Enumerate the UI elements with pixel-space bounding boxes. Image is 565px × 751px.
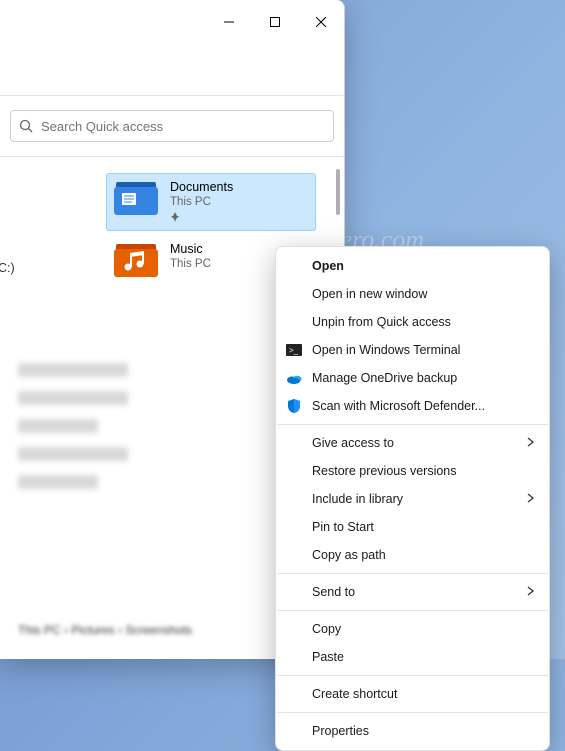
blank-icon xyxy=(286,584,302,600)
menu-item-label: Give access to xyxy=(312,436,517,450)
search-box[interactable] xyxy=(10,110,334,142)
blank-icon xyxy=(286,286,302,302)
menu-item-unpin-quick-access[interactable]: Unpin from Quick access xyxy=(276,308,549,336)
menu-item-label: Paste xyxy=(312,650,535,664)
search-input[interactable] xyxy=(41,119,325,134)
folder-name: Documents xyxy=(170,179,233,195)
blank-icon xyxy=(286,258,302,274)
menu-item-send-to[interactable]: Send to xyxy=(276,578,549,606)
onedrive-icon xyxy=(286,370,302,386)
blank-icon xyxy=(286,314,302,330)
menu-item-label: Copy xyxy=(312,622,535,636)
menu-item-label: Open xyxy=(312,259,535,273)
menu-separator xyxy=(277,573,548,574)
menu-item-give-access[interactable]: Give access to xyxy=(276,429,549,457)
menu-item-properties[interactable]: Properties xyxy=(276,717,549,745)
folder-text: Documents This PC xyxy=(170,179,233,225)
search-icon xyxy=(19,119,33,133)
blurred-item xyxy=(18,391,128,405)
menu-item-label: Create shortcut xyxy=(312,687,535,701)
blank-icon xyxy=(286,621,302,637)
context-menu: Open Open in new window Unpin from Quick a… xyxy=(275,246,550,751)
menu-item-label: Include in library xyxy=(312,492,517,506)
blank-icon xyxy=(286,519,302,535)
folder-location: This PC xyxy=(170,257,211,272)
menu-item-label: Unpin from Quick access xyxy=(312,315,535,329)
folder-text: Music This PC xyxy=(170,241,211,272)
blurred-item xyxy=(18,447,128,461)
folder-location: This PC xyxy=(170,195,233,210)
menu-item-label: Pin to Start xyxy=(312,520,535,534)
chevron-right-icon xyxy=(527,436,535,450)
minimize-button[interactable] xyxy=(206,6,252,38)
blurred-item xyxy=(18,475,98,489)
menu-item-copy[interactable]: Copy xyxy=(276,615,549,643)
menu-item-pin-start[interactable]: Pin to Start xyxy=(276,513,549,541)
menu-item-paste[interactable]: Paste xyxy=(276,643,549,671)
pin-icon xyxy=(170,212,233,225)
folder-item-documents[interactable]: Documents This PC xyxy=(106,173,316,231)
menu-separator xyxy=(277,610,548,611)
drive-label[interactable]: C:) xyxy=(0,261,15,275)
blank-icon xyxy=(286,463,302,479)
menu-separator xyxy=(277,675,548,676)
svg-text:>_: >_ xyxy=(289,346,299,355)
menu-item-create-shortcut[interactable]: Create shortcut xyxy=(276,680,549,708)
titlebar xyxy=(0,0,344,44)
menu-item-onedrive-backup[interactable]: Manage OneDrive backup xyxy=(276,364,549,392)
blank-icon xyxy=(286,649,302,665)
status-text: This PC › Pictures › Screenshots xyxy=(18,623,192,637)
minimize-icon xyxy=(224,17,234,27)
scrollbar-thumb[interactable] xyxy=(336,169,340,215)
ribbon-area xyxy=(0,44,344,96)
search-row xyxy=(0,96,344,156)
blank-icon xyxy=(286,491,302,507)
blurred-item xyxy=(18,419,98,433)
maximize-icon xyxy=(270,17,280,27)
menu-item-include-library[interactable]: Include in library xyxy=(276,485,549,513)
menu-item-label: Copy as path xyxy=(312,548,535,562)
blank-icon xyxy=(286,686,302,702)
menu-item-label: Manage OneDrive backup xyxy=(312,371,535,385)
menu-item-label: Open in new window xyxy=(312,287,535,301)
menu-item-label: Scan with Microsoft Defender... xyxy=(312,399,535,413)
menu-item-restore-versions[interactable]: Restore previous versions xyxy=(276,457,549,485)
documents-folder-icon xyxy=(114,179,158,215)
defender-icon xyxy=(286,398,302,414)
chevron-right-icon xyxy=(527,492,535,506)
blank-icon xyxy=(286,723,302,739)
music-folder-icon xyxy=(114,241,158,277)
menu-item-label: Restore previous versions xyxy=(312,464,535,478)
blurred-item xyxy=(18,363,128,377)
menu-item-scan-defender[interactable]: Scan with Microsoft Defender... xyxy=(276,392,549,420)
close-button[interactable] xyxy=(298,6,344,38)
menu-item-label: Open in Windows Terminal xyxy=(312,343,535,357)
close-icon xyxy=(316,17,326,27)
blank-icon xyxy=(286,547,302,563)
folder-name: Music xyxy=(170,241,211,257)
menu-item-copy-as-path[interactable]: Copy as path xyxy=(276,541,549,569)
menu-item-label: Send to xyxy=(312,585,517,599)
menu-item-open[interactable]: Open xyxy=(276,252,549,280)
maximize-button[interactable] xyxy=(252,6,298,38)
chevron-right-icon xyxy=(527,585,535,599)
menu-item-open-new-window[interactable]: Open in new window xyxy=(276,280,549,308)
menu-separator xyxy=(277,424,548,425)
menu-item-open-terminal[interactable]: >_ Open in Windows Terminal xyxy=(276,336,549,364)
menu-separator xyxy=(277,712,548,713)
blank-icon xyxy=(286,435,302,451)
terminal-icon: >_ xyxy=(286,342,302,358)
menu-item-label: Properties xyxy=(312,724,535,738)
